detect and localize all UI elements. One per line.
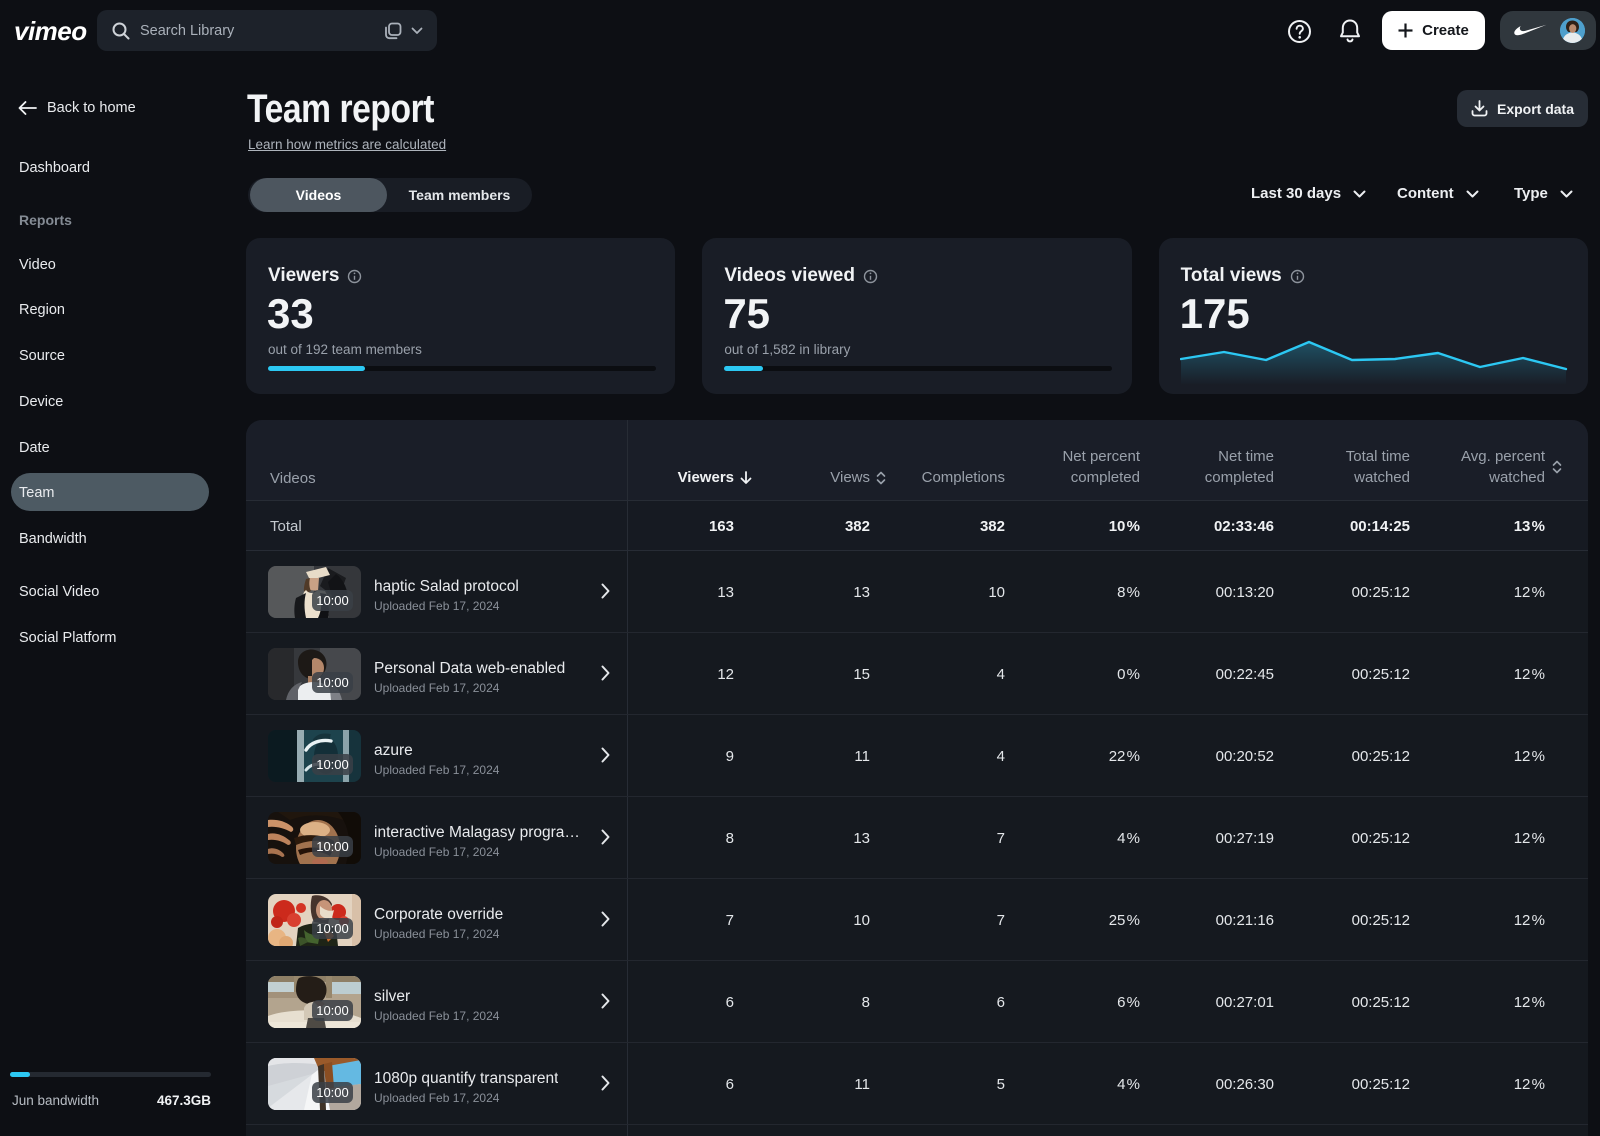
svg-text:vimeo: vimeo xyxy=(14,16,87,46)
